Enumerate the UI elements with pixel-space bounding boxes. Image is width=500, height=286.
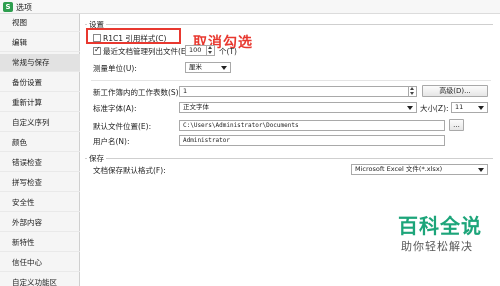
measure-unit-label: 测量单位(U): [93,64,137,73]
default-location-label: 默认文件位置(E): [93,122,152,131]
sheet-count-input[interactable]: 1 [179,86,417,97]
chevron-down-icon [478,106,484,110]
title-bar: S 选项 [0,0,500,14]
sidebar-item-error-check[interactable]: 错误检查 [0,154,80,172]
sidebar-item-colors[interactable]: 颜色 [0,134,80,152]
default-location-input[interactable]: C:\Users\Administrator\Documents [179,120,445,131]
username-label: 用户名(N): [93,137,130,146]
sidebar: 视图 编辑 常规与保存 备份设置 重新计算 自定义序列 颜色 错误检查 拼写检查… [0,14,80,286]
save-divider [85,158,493,159]
recent-files-stepper[interactable] [206,46,214,55]
sidebar-item-custom-ribbon[interactable]: 自定义功能区 [0,274,80,286]
recent-files-count-value: 100 [189,46,202,54]
app-icon: S [3,2,13,12]
sheet-count-stepper[interactable] [408,87,416,96]
font-size-select[interactable]: 11 [451,102,488,113]
save-format-value: Microsoft Excel 文件(*.xlsx) [355,165,443,173]
font-select[interactable]: 正文字体 [179,102,417,113]
sidebar-item-spell-check[interactable]: 拼写检查 [0,174,80,192]
save-format-select[interactable]: Microsoft Excel 文件(*.xlsx) [351,164,488,175]
sidebar-item-new-features[interactable]: 新特性 [0,234,80,252]
font-size-label: 大小(Z): [420,104,449,113]
sidebar-item-custom-lists[interactable]: 自定义序列 [0,114,80,132]
font-label: 标准字体(A): [93,104,137,113]
chevron-down-icon [478,168,484,172]
watermark-title: 百科全说 [398,214,482,238]
advanced-button[interactable]: 高级(D)... [422,85,488,97]
measure-unit-select[interactable]: 厘米 [185,62,231,73]
chevron-down-icon [407,106,413,110]
save-section-label: 保存 [87,153,106,164]
highlight-box [86,28,181,44]
font-size-value: 11 [455,103,464,111]
sidebar-item-backup[interactable]: 备份设置 [0,74,80,92]
window-title: 选项 [16,3,32,12]
sidebar-item-security[interactable]: 安全性 [0,194,80,212]
browse-button[interactable]: ... [449,119,464,131]
sidebar-item-view[interactable]: 视图 [0,14,80,32]
sheet-count-value: 1 [183,87,188,95]
sidebar-item-edit[interactable]: 编辑 [0,34,80,52]
settings-divider [85,24,493,25]
sidebar-item-recalc[interactable]: 重新计算 [0,94,80,112]
sidebar-item-general-save[interactable]: 常规与保存 [0,54,80,72]
measure-unit-value: 厘米 [189,63,202,71]
chevron-down-icon [221,66,227,70]
watermark-subtitle: 助你轻松解决 [401,240,473,253]
sidebar-item-trust-center[interactable]: 信任中心 [0,254,80,272]
recent-files-count-input[interactable]: 100 [185,45,215,56]
recent-files-label: 最近文档管理列出文件(E) [103,47,189,56]
recent-files-unit: 个(T) [219,47,237,56]
settings-separator [91,80,491,81]
save-format-label: 文档保存默认格式(F): [93,166,166,175]
sidebar-item-external[interactable]: 外部内容 [0,214,80,232]
recent-files-checkbox[interactable] [93,45,101,55]
username-input[interactable]: Administrator [179,135,445,146]
sheet-count-label: 新工作簿内的工作表数(S): [93,88,182,97]
font-value: 正文字体 [183,103,209,111]
